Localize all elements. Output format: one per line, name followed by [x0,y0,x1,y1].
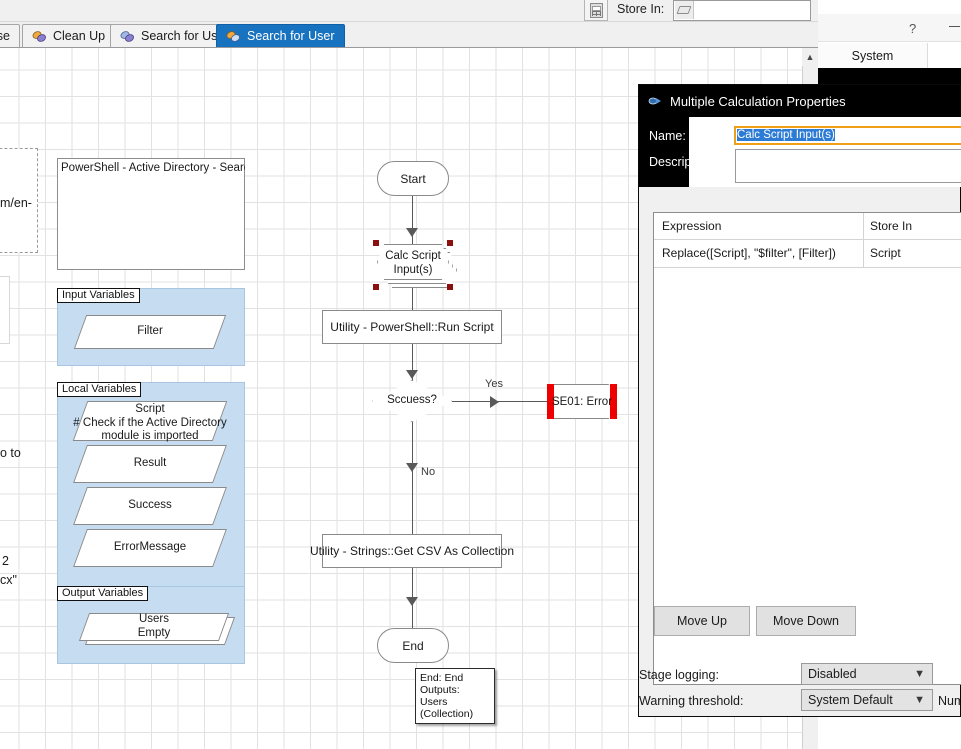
chevron-down-icon: ▼ [914,668,925,680]
variable-detail: # Check if the Active Directory module i… [66,417,234,443]
selection-handle-bl[interactable] [373,284,379,290]
dialog-title: Multiple Calculation Properties [670,94,846,109]
process-icon [120,30,135,43]
calculation-icon [648,95,662,107]
node-calc-script-inputs[interactable]: Calc Script Input(s) [377,244,449,288]
arrow-icon [406,228,418,237]
edge-text-fragment: cx" [0,573,17,587]
process-icon [32,30,47,43]
panel-label: Local Variables [57,382,141,397]
warning-threshold-value: System Default [808,693,893,707]
edge-text-fragment: 2 [2,554,9,568]
node-label: SE01: Error [547,396,617,408]
variable-detail: Empty [84,627,224,640]
edge-text-fragment: m/en- [0,196,32,210]
tab-label: se [0,29,10,43]
dialog-titlebar[interactable]: Multiple Calculation Properties [639,85,960,117]
description-box-title: PowerShell - Active Directory - Search f [61,162,245,174]
node-label: Start [400,172,425,186]
arrow-icon [490,396,499,408]
panel-label: Input Variables [57,288,140,303]
tab-search-for-user[interactable]: Search for User [216,24,345,47]
top-toolbar: Store In: 00% ▼ [0,0,961,22]
eraser-icon[interactable] [675,1,694,19]
variable-label: Script [80,403,220,416]
node-run-script[interactable]: Utility - PowerShell::Run Script [322,310,502,344]
tooltip-line-1: End: End [420,672,490,684]
calculator-button[interactable] [584,0,608,21]
move-down-button[interactable]: Move Down [756,606,856,636]
help-icon[interactable]: ? [909,21,916,36]
note-fragment [0,276,10,344]
variable-label: Success [80,499,220,512]
name-label: Name: [649,129,686,143]
process-icon [226,30,241,43]
arrow-icon [406,597,418,606]
store-in-label: Store In: [617,2,664,16]
name-input-value: Calc Script Input(s) [737,129,835,141]
node-error-se01[interactable]: SE01: Error [547,384,617,419]
name-input[interactable]: Calc Script Input(s) [735,127,961,144]
panel-local-variables[interactable]: Local Variables Script # Check if the Ac… [57,382,245,614]
selection-handle-tr[interactable] [447,240,453,246]
edge-label-yes: Yes [485,378,503,390]
minimize-icon[interactable] [949,26,960,27]
right-panel-black-bar [818,68,961,85]
tab-system[interactable]: System [818,43,928,68]
calculator-icon [590,3,603,18]
node-end[interactable]: End [377,628,449,663]
column-header-expression[interactable]: Expression [662,219,721,233]
arrow-icon [406,370,418,379]
column-header-store-in[interactable]: Store In [870,219,912,233]
node-start[interactable]: Start [377,161,449,196]
node-label: Utility - PowerShell::Run Script [330,320,493,334]
grid-header-row: Expression Store In [654,213,961,240]
connector-yes [452,401,547,402]
variable-label: Result [80,457,220,470]
tooltip-line-3: Users (Collection) [420,696,490,720]
panel-input-variables[interactable]: Input Variables Filter [57,288,245,366]
edge-label-no: No [421,466,435,478]
selection-handle-tl[interactable] [373,240,379,246]
node-get-csv-as-collection[interactable]: Utility - Strings::Get CSV As Collection [322,534,502,568]
tab-label: Search for User [247,29,335,43]
scroll-up-button[interactable]: ▲ [802,48,818,66]
tab-bar: se Clean Up Search for Users Search for … [0,22,818,48]
stage-logging-select[interactable]: Disabled ▼ [801,663,933,685]
tooltip-line-2: Outputs: [420,684,490,696]
warning-threshold-label: Warning threshold: [639,694,743,708]
stage-logging-value: Disabled [808,667,857,681]
tab-clean-up[interactable]: Clean Up [22,24,115,47]
move-up-button[interactable]: Move Up [654,606,750,636]
tab-close[interactable]: se [0,24,20,47]
table-row[interactable]: Replace([Script], "$filter", [Filter]) S… [654,240,961,268]
node-label: Utility - Strings::Get CSV As Collection [310,544,514,558]
warning-threshold-suffix: Num [938,694,961,708]
panel-output-variables[interactable]: Output Variables Users Empty [57,586,245,664]
tab-label: Clean Up [53,29,105,43]
cell-expression[interactable]: Replace([Script], "$filter", [Filter]) [662,246,836,260]
connector-run-to-decision [412,344,413,386]
arrow-icon [406,463,418,472]
panel-label: Output Variables [57,586,148,601]
variable-label: Filter [80,325,220,338]
variable-label: Users [84,613,224,626]
node-label: End [402,639,423,653]
variable-label: ErrorMessage [80,541,220,554]
description-label: Description: [649,155,715,169]
right-panel-titlebar [818,14,961,42]
node-label: Sccuess? [372,394,452,406]
warning-threshold-select[interactable]: System Default ▼ [801,689,933,711]
description-box[interactable]: PowerShell - Active Directory - Search f [57,158,245,270]
chevron-down-icon: ▼ [914,694,925,706]
cell-store-in[interactable]: Script [870,246,901,260]
multiple-calculation-properties-dialog[interactable]: Multiple Calculation Properties Name: Ca… [638,84,961,717]
stage-logging-label: Stage logging: [639,668,719,682]
edge-text-fragment: o to [0,446,21,460]
node-label: Calc Script Input(s) [377,249,449,277]
description-input[interactable] [735,149,961,183]
selection-handle-br[interactable] [447,284,453,290]
end-node-tooltip: End: End Outputs: Users (Collection) [415,668,495,724]
